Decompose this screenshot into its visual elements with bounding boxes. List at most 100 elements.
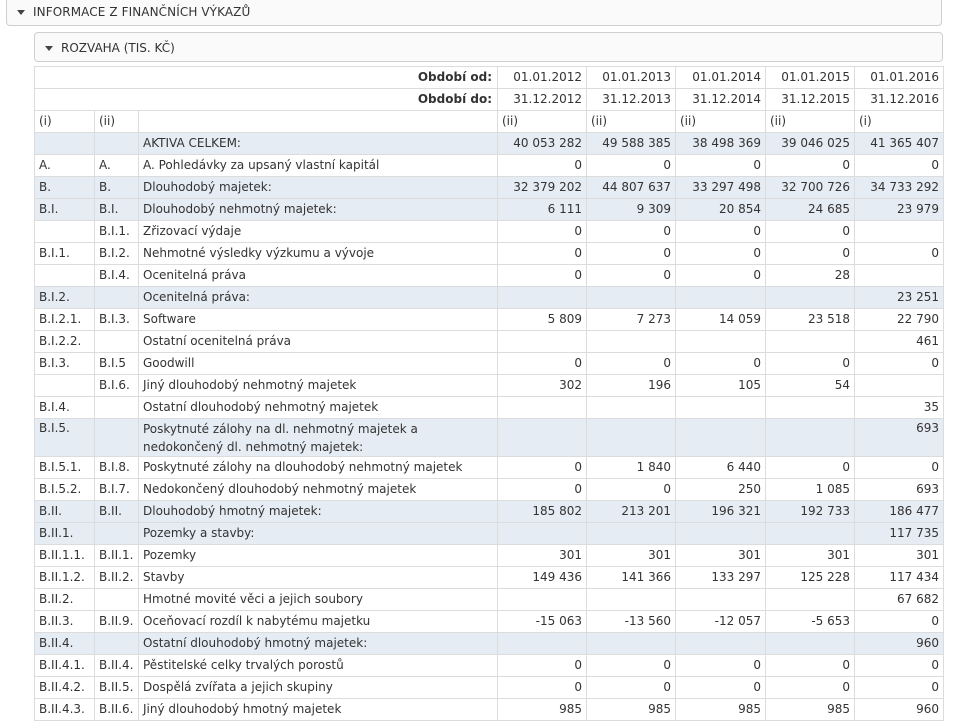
value-cell — [497, 522, 587, 545]
value-cell: 0 — [765, 352, 855, 375]
note-cell: (ii) — [765, 110, 855, 133]
code-cell: B.I.2. — [94, 242, 139, 265]
value-cell — [765, 632, 855, 655]
value-cell — [765, 330, 855, 353]
value-cell: 0 — [497, 264, 587, 287]
table-row: B.II.4.2. B.II.5. Dospělá zvířata a jejich… — [34, 676, 944, 699]
value-cell — [586, 286, 676, 309]
value-cell: 0 — [854, 610, 944, 633]
value-cell: 0 — [586, 676, 676, 699]
caret-down-icon — [45, 45, 53, 51]
table-row: B.II. B.II. Dlouhodobý hmotný majetek: 185 … — [34, 500, 944, 523]
value-cell: 41 365 407 — [854, 132, 944, 155]
note-cell: (ii) — [497, 110, 587, 133]
code-cell: B.I.5. — [34, 418, 95, 457]
table-row: B.I.2.2. Ostatní ocenitelná práva 461 — [34, 330, 944, 353]
value-cell: 0 — [497, 154, 587, 177]
code-cell: B.II.5. — [94, 676, 139, 699]
table-row: B.I.5. Poskytnuté zálohy na dl. nehmotný … — [34, 418, 944, 457]
balance-sheet-panel-header[interactable]: ROZVAHA (TIS. KČ) — [34, 32, 943, 62]
value-cell: 302 — [497, 374, 587, 397]
period-from-row: Období od: 01.01.2012 01.01.2013 01.01.2… — [34, 66, 944, 89]
code-cell: B.I.4. — [34, 396, 95, 419]
table-row: B.II.4.1. B.II.4. Pěstitelské celky trvalý… — [34, 654, 944, 677]
item-name-cell: Nedokončený dlouhodobý nehmotný majetek — [138, 478, 498, 501]
item-name-cell: Dlouhodobý hmotný majetek: — [138, 500, 498, 523]
value-cell: 0 — [497, 242, 587, 265]
value-cell: 32 379 202 — [497, 176, 587, 199]
value-cell: 693 — [854, 418, 944, 457]
note-row: (i) (ii) (ii) (ii) (ii) (ii) (i) — [34, 110, 944, 133]
value-cell: 0 — [675, 264, 766, 287]
item-name-cell: Poskytnuté zálohy na dlouhodobý nehmotný… — [138, 456, 498, 479]
item-name-cell: Ostatní dlouhodobý hmotný majetek: — [138, 632, 498, 655]
value-cell: 301 — [675, 544, 766, 567]
code-cell: B.I.4. — [94, 264, 139, 287]
value-cell — [765, 286, 855, 309]
value-cell: 24 685 — [765, 198, 855, 221]
value-cell: 0 — [586, 352, 676, 375]
period-from-cell: 01.01.2012 — [497, 66, 587, 89]
item-name-cell: Ostatní dlouhodobý nehmotný majetek — [138, 396, 498, 419]
code-cell: B.I.5 — [94, 352, 139, 375]
table-row: B.II.1.1. B.II.1. Pozemky 301 301 301 301 301 — [34, 544, 944, 567]
value-cell: 117 434 — [854, 566, 944, 589]
value-cell: 54 — [765, 374, 855, 397]
financial-statements-title: INFORMACE Z FINANČNÍCH VÝKAZŮ — [33, 5, 251, 19]
value-cell: 5 809 — [497, 308, 587, 331]
value-cell: 32 700 726 — [765, 176, 855, 199]
table-row: B.II.4. Ostatní dlouhodobý hmotný majetek… — [34, 632, 944, 655]
item-name-cell: Oceňovací rozdíl k nabytému majetku — [138, 610, 498, 633]
value-cell: 44 807 637 — [586, 176, 676, 199]
value-cell: 0 — [497, 676, 587, 699]
item-name-cell: Goodwill — [138, 352, 498, 375]
value-cell — [675, 418, 766, 457]
financial-statements-panel-header[interactable]: INFORMACE Z FINANČNÍCH VÝKAZŮ — [6, 0, 942, 26]
value-cell: 0 — [854, 352, 944, 375]
value-cell: 186 477 — [854, 500, 944, 523]
table-row: B.I.2. Ocenitelná práva: 23 251 — [34, 286, 944, 309]
code-cell: B.I. — [34, 198, 95, 221]
item-name-cell: Software — [138, 308, 498, 331]
code-cell: B.I.6. — [94, 374, 139, 397]
value-cell: 0 — [854, 242, 944, 265]
value-cell — [854, 220, 944, 243]
period-to-row: Období do: 31.12.2012 31.12.2013 31.12.2… — [34, 88, 944, 111]
value-cell: 9 309 — [586, 198, 676, 221]
code-cell — [34, 132, 95, 155]
value-cell: 0 — [675, 220, 766, 243]
table-row: B.I.5.2. B.I.7. Nedokončený dlouhodobý neh… — [34, 478, 944, 501]
value-cell: 0 — [586, 654, 676, 677]
item-name-cell: Hmotné movité věci a jejich soubory — [138, 588, 498, 611]
value-cell: 0 — [765, 456, 855, 479]
item-name-cell: Jiný dlouhodobý nehmotný majetek — [138, 374, 498, 397]
balance-sheet-table: Období od: 01.01.2012 01.01.2013 01.01.2… — [34, 66, 944, 721]
item-name-cell: Nehmotné výsledky výzkumu a vývoje — [138, 242, 498, 265]
value-cell: 0 — [586, 478, 676, 501]
balance-sheet-toggle[interactable]: ROZVAHA (TIS. KČ) — [45, 41, 175, 55]
item-name-cell: Zřizovací výdaje — [138, 220, 498, 243]
value-cell: -15 063 — [497, 610, 587, 633]
value-cell: 67 682 — [854, 588, 944, 611]
financial-statements-toggle[interactable]: INFORMACE Z FINANČNÍCH VÝKAZŮ — [17, 5, 250, 19]
code-cell — [94, 396, 139, 419]
value-cell: 133 297 — [675, 566, 766, 589]
note-cell: (ii) — [586, 110, 676, 133]
table-row: B.II.4.3. B.II.6. Jiný dlouhodobý hmotný m… — [34, 698, 944, 721]
value-cell: 39 046 025 — [765, 132, 855, 155]
value-cell: 985 — [675, 698, 766, 721]
period-to-label: Období do: — [34, 88, 498, 111]
note-cell-empty — [138, 110, 498, 133]
code-cell: B.I.5.1. — [34, 456, 95, 479]
code-cell: B.I.2.2. — [34, 330, 95, 353]
value-cell: -13 560 — [586, 610, 676, 633]
balance-sheet-body: Období od: 01.01.2012 01.01.2013 01.01.2… — [34, 66, 944, 721]
code-cell: B.I.3. — [94, 308, 139, 331]
value-cell: 192 733 — [765, 500, 855, 523]
code-cell: B.II.4.1. — [34, 654, 95, 677]
table-row: A. A. A. Pohledávky za upsaný vlastní kapi… — [34, 154, 944, 177]
value-cell: 185 802 — [497, 500, 587, 523]
code-cell: B.II.4. — [94, 654, 139, 677]
value-cell: 0 — [497, 220, 587, 243]
value-cell: 301 — [497, 544, 587, 567]
